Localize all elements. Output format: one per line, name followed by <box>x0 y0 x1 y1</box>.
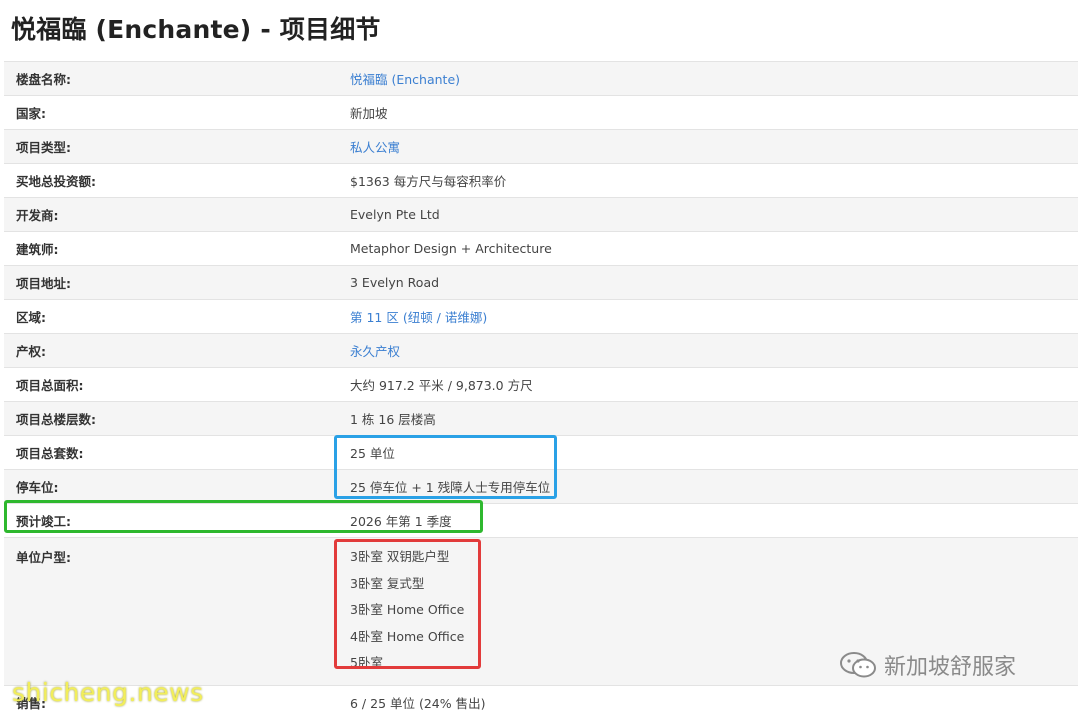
row-value: 25 停车位 + 1 残障人士专用停车位 <box>350 480 551 495</box>
wechat-icon <box>840 652 876 678</box>
row-label: 建筑师: <box>16 242 59 257</box>
tenure-link[interactable]: 永久产权 <box>336 341 1078 360</box>
row-label: 项目地址: <box>16 276 71 291</box>
table-row: 项目类型: 私人公寓 <box>4 130 1078 164</box>
wechat-account-name: 新加坡舒服家 <box>884 655 1017 680</box>
row-label: 预计竣工: <box>16 514 71 529</box>
row-value: 2026 年第 1 季度 <box>350 514 452 529</box>
table-row: 开发商: Evelyn Pte Ltd <box>4 198 1078 232</box>
site-watermark: shicheng.news <box>12 678 204 707</box>
list-item: 3卧室 复式型 <box>350 575 425 591</box>
table-row: 区域: 第 11 区 (纽顿 / 诺维娜) <box>4 300 1078 334</box>
table-row: 楼盘名称: 悦福臨 (Enchante) <box>4 62 1078 96</box>
row-value: 新加坡 <box>350 106 388 121</box>
row-value: 大约 917.2 平米 / 9,873.0 方尺 <box>350 378 533 393</box>
table-row: 买地总投资额: $1363 每方尺与每容积率价 <box>4 164 1078 198</box>
table-row: 项目总面积: 大约 917.2 平米 / 9,873.0 方尺 <box>4 368 1078 402</box>
table-row: 产权: 永久产权 <box>4 334 1078 368</box>
district-link[interactable]: 第 11 区 (纽顿 / 诺维娜) <box>336 307 1078 326</box>
row-label: 单位户型: <box>16 550 71 565</box>
list-item: 4卧室 Home Office <box>350 628 465 644</box>
row-label: 项目总楼层数: <box>16 412 96 427</box>
row-label: 项目类型: <box>16 140 71 155</box>
row-label: 项目总面积: <box>16 378 84 393</box>
page-title: 悦福臨 (Enchante) - 项目细节 <box>11 15 381 44</box>
row-value: 25 单位 <box>350 446 395 461</box>
row-label: 产权: <box>16 344 46 359</box>
row-value: Evelyn Pte Ltd <box>350 207 440 222</box>
table-row: 项目总楼层数: 1 栋 16 层楼高 <box>4 402 1078 436</box>
list-item: 3卧室 Home Office <box>350 602 465 617</box>
row-value: 6 / 25 单位 (24% 售出) <box>350 696 486 711</box>
table-row: 停车位: 25 停车位 + 1 残障人士专用停车位 <box>4 470 1078 504</box>
table-row: 项目总套数: 25 单位 <box>4 436 1078 470</box>
project-name-link[interactable]: 悦福臨 (Enchante) <box>336 69 1078 88</box>
row-label: 国家: <box>16 106 46 121</box>
row-label: 停车位: <box>16 480 59 495</box>
table-row: 项目地址: 3 Evelyn Road <box>4 266 1078 300</box>
table-row: 预计竣工: 2026 年第 1 季度 <box>4 504 1078 538</box>
project-details-table: 楼盘名称: 悦福臨 (Enchante) 国家: 新加坡 项目类型: 私人公寓 … <box>4 61 1078 716</box>
row-value: $1363 每方尺与每容积率价 <box>350 174 507 189</box>
row-value: Metaphor Design + Architecture <box>350 241 552 256</box>
row-label: 开发商: <box>16 208 59 223</box>
wechat-watermark: 新加坡舒服家 <box>838 649 1016 681</box>
project-type-link[interactable]: 私人公寓 <box>336 137 1078 156</box>
table-row: 建筑师: Metaphor Design + Architecture <box>4 232 1078 266</box>
row-value: 3 Evelyn Road <box>350 275 440 290</box>
row-label: 买地总投资额: <box>16 174 96 189</box>
row-label: 区域: <box>16 310 46 325</box>
row-label: 楼盘名称: <box>16 72 71 87</box>
row-label: 项目总套数: <box>16 446 84 461</box>
list-item: 3卧室 双钥匙户型 <box>350 549 450 564</box>
row-value: 1 栋 16 层楼高 <box>350 412 436 427</box>
table-row: 国家: 新加坡 <box>4 96 1078 130</box>
